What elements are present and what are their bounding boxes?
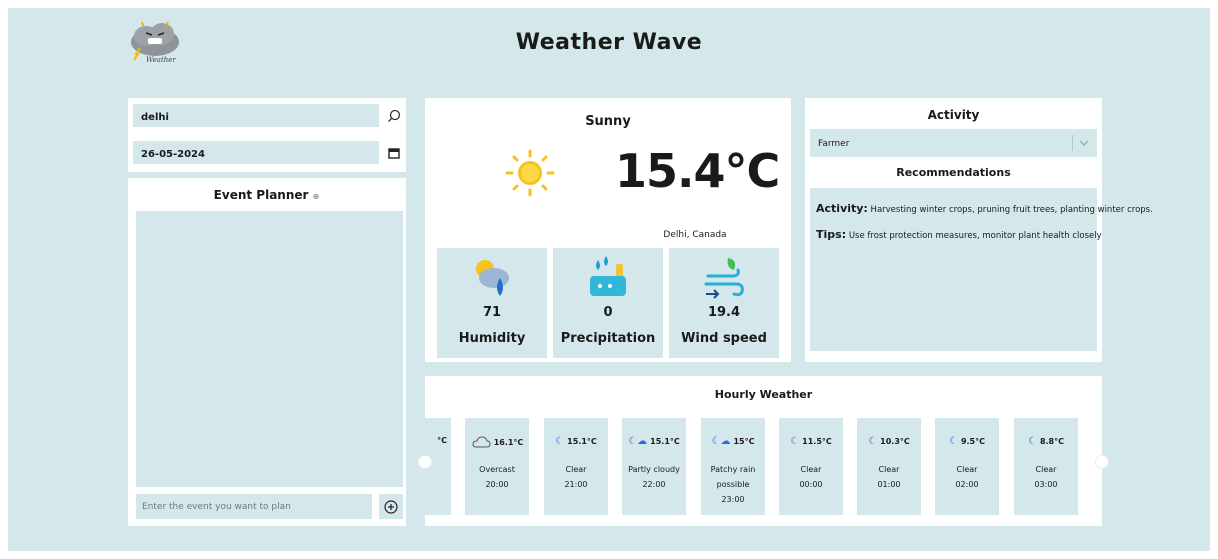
search-icon[interactable] [384,104,404,127]
carousel-next-button[interactable] [1096,456,1108,468]
precipitation-stat: 0 Precipitation [553,248,663,358]
event-planner-card: Event Planner ⊕ Enter the event you want… [128,178,406,526]
moon-icon: ☾ [790,436,800,447]
humidity-label: Humidity [458,331,526,346]
precipitation-label: Precipitation [560,331,656,346]
weather-condition: Sunny [585,114,631,129]
hourly-item: ☾ 9.5°C Clear 02:00 [935,418,999,515]
hourly-title: Hourly Weather [714,388,813,401]
hourly-item: ☾ 10.3°C Clear 01:00 [857,418,921,515]
wind-speed-value: 19.4 [707,305,741,320]
hourly-item: ☾☁ 15.1°C Partly cloudy 22:00 [622,418,686,515]
svg-text:Weather: Weather [146,56,176,64]
cloud-icon [472,436,491,448]
add-event-button[interactable] [379,494,403,519]
wind-icon [704,258,744,299]
wind-speed-label: Wind speed [681,331,767,346]
moon-icon: ☾ [868,436,878,447]
activity-title: Activity [927,108,980,122]
precipitation-icon [590,256,626,296]
hourly-item: ☾ 8.8°C Clear 03:00 [1014,418,1078,515]
hourly-item: 16.1°C Overcast 20:00 [465,418,529,515]
select-separator [1072,135,1073,151]
event-list-area [136,211,403,487]
moon-icon: ☾ [948,436,958,447]
date-input[interactable]: 26-05-2024 [133,141,379,164]
search-card: delhi 26-05-2024 [128,98,406,172]
location: Delhi, Canada [663,230,727,240]
hourly-weather-card: Hourly Weather °C 16.1°C Overcast 20:00 ☾… [419,376,1108,526]
app-title: Weather Wave [515,30,703,55]
moon-rain-icon: ☾☁ [711,436,731,447]
hourly-item: ☾☁ 15°C Patchy rain possible 23:00 [701,418,765,515]
wind-speed-stat: 19.4 Wind speed [669,248,779,358]
hourly-item: ☾ 11.5°C Clear 00:00 [779,418,843,515]
moon-icon: ☾ [1027,436,1037,447]
precipitation-value: 0 [603,305,613,320]
info-icon[interactable]: ⊕ [313,192,320,201]
current-weather-card: Sunny 15.4°C Delhi, Canada 71 Humidity 0… [425,98,791,362]
humidity-value: 71 [482,305,502,320]
moon-icon: ☾ [555,436,565,447]
tips-recommendation: Tips: Use frost protection measures, mon… [816,228,1102,242]
recommendations-title: Recommendations [896,166,1011,179]
search-input[interactable]: delhi [133,104,379,127]
temperature: 15.4°C [615,144,780,198]
plus-icon [384,499,398,514]
hourly-item: ☾ 15.1°C Clear 21:00 [544,418,608,515]
event-planner-title: Event Planner ⊕ [213,188,320,202]
activity-recommendation: Activity: Harvesting winter crops, pruni… [816,202,1153,215]
calendar-icon[interactable] [384,141,404,164]
activity-select[interactable]: Farmer [810,129,1097,157]
activity-selected-value: Farmer [818,139,850,149]
carousel-prev-button[interactable] [419,456,431,468]
sun-icon [505,149,555,197]
chevron-down-icon[interactable] [1077,135,1091,151]
recommendations-box: Activity: Harvesting winter crops, pruni… [810,188,1153,351]
moon-cloud-icon: ☾☁ [628,436,648,447]
humidity-stat: 71 Humidity [437,248,547,358]
event-input[interactable]: Enter the event you want to plan [136,494,372,519]
humidity-icon [476,260,509,296]
activity-card: Activity Farmer Recommendations Activity… [805,98,1153,362]
